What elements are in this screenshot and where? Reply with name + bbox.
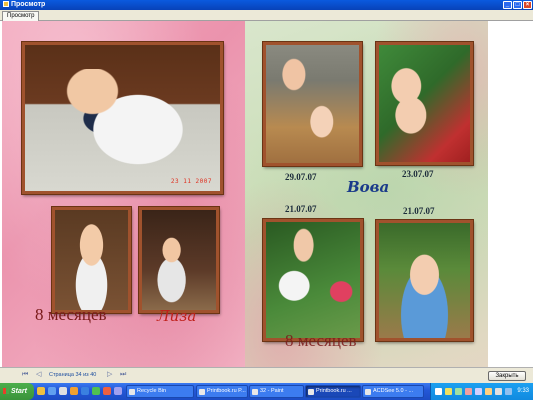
first-page-icon[interactable]: ⏮ [22, 371, 28, 379]
tray-update-icon[interactable] [505, 388, 512, 395]
taskbar-item-printbook-1[interactable]: Printbook.ru P... [196, 385, 248, 398]
start-label: Start [11, 388, 27, 395]
next-page-icon[interactable]: ▷ [107, 371, 112, 379]
tray-volume-icon[interactable] [495, 388, 502, 395]
photo-subject [60, 69, 190, 179]
tray-network-icon[interactable] [455, 388, 462, 395]
viewer-window: Просмотр _ □ × Просмотр 23 11 2007 8 мес… [0, 0, 533, 383]
tray-notify-icon[interactable] [445, 388, 452, 395]
minimize-button[interactable]: _ [503, 1, 512, 9]
quicklaunch-app-icon[interactable] [103, 387, 111, 395]
app-icon [3, 1, 9, 7]
photo-date: 29.07.07 [285, 172, 317, 182]
taskbar-item-printbook-2[interactable]: Printbook.ru ... [305, 385, 361, 398]
photo-date: 21.07.07 [285, 204, 317, 214]
photo-date: 23.07.07 [402, 169, 434, 179]
tray-app-icon[interactable] [485, 388, 492, 395]
caption-months-left: 8 месяцев [35, 305, 107, 324]
photo-with-mother [263, 219, 363, 341]
close-button[interactable]: Закрыть [488, 371, 526, 381]
preview-area: 23 11 2007 8 месяцев Лиза 29.07.07 23.07… [0, 21, 533, 367]
photo-garden-bath [376, 42, 473, 165]
right-page: 29.07.07 23.07.07 Вова 21.07.07 21.07.07… [245, 21, 488, 367]
last-page-icon[interactable]: ⏭ [120, 371, 126, 379]
quicklaunch-excel-icon[interactable] [92, 387, 100, 395]
photo-baby-sitting [139, 207, 219, 313]
tab-bar: Просмотр [0, 10, 533, 21]
caption-name-left: Лиза [157, 307, 197, 325]
caption-name-right: Вова [347, 178, 390, 196]
start-button[interactable]: Start [0, 383, 34, 400]
photo-baby-portrait [52, 207, 131, 313]
title-bar[interactable]: Просмотр _ □ × [0, 0, 533, 10]
photo-crawling-baby: 23 11 2007 [22, 42, 223, 194]
prev-page-icon[interactable]: ◁ [36, 371, 41, 379]
tray-language-icon[interactable] [435, 388, 442, 395]
caption-months-right: 8 месяцев [285, 331, 357, 350]
quicklaunch-folder-icon[interactable] [37, 387, 45, 395]
windows-flag-icon [3, 388, 9, 394]
clock: 9:33 [517, 388, 529, 394]
quicklaunch-tool-icon[interactable] [114, 387, 122, 395]
taskbar-item-recycle-bin[interactable]: Recycle Bin [126, 385, 194, 398]
taskbar-item-acdsee[interactable]: ACDSee 5.0 - ... [362, 385, 424, 398]
tray-antivirus-icon[interactable] [465, 388, 472, 395]
maximize-button[interactable]: □ [513, 1, 522, 9]
photo-baby-bath [376, 220, 473, 341]
taskbar: Start Recycle Bin Printbook.ru P... 32 -… [0, 383, 533, 400]
photo-date-stamp: 23 11 2007 [170, 178, 212, 185]
window-title: Просмотр [11, 1, 46, 8]
photo-date: 21.07.07 [403, 206, 435, 216]
quicklaunch-media-icon[interactable] [70, 387, 78, 395]
close-window-button[interactable]: × [523, 1, 532, 9]
tray-display-icon[interactable] [475, 388, 482, 395]
tab-preview[interactable]: Просмотр [2, 11, 40, 21]
left-page: 23 11 2007 8 месяцев Лиза [2, 21, 245, 367]
photo-sandbox [263, 42, 362, 166]
quicklaunch-browser-icon[interactable] [48, 387, 56, 395]
page-navigation: ⏮ ◁ Страница 34 из 40 ▷ ⏭ Закрыть [0, 367, 533, 383]
system-tray: 9:33 [430, 383, 533, 400]
quicklaunch-desktop-icon[interactable] [59, 387, 67, 395]
album-spread: 23 11 2007 8 месяцев Лиза 29.07.07 23.07… [2, 21, 488, 367]
window-controls: _ □ × [503, 1, 532, 9]
taskbar-item-paint[interactable]: 32 - Paint [249, 385, 304, 398]
quicklaunch-word-icon[interactable] [81, 387, 89, 395]
page-indicator: Страница 34 из 40 [49, 372, 97, 378]
